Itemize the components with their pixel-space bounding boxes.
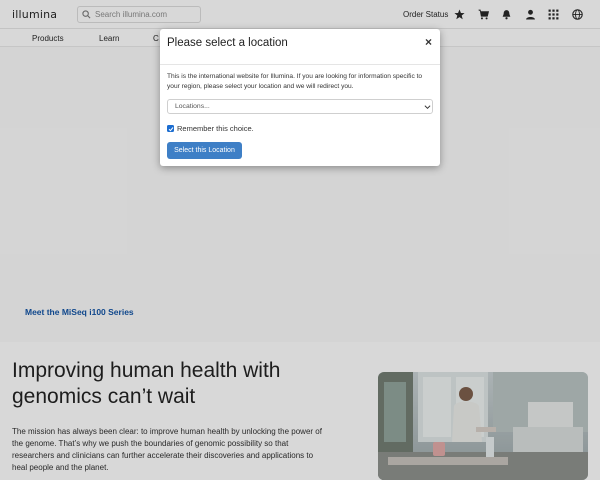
location-select[interactable]: Locations... <box>167 99 433 114</box>
remember-checkbox[interactable] <box>167 125 174 132</box>
chevron-down-icon <box>424 105 431 110</box>
location-modal: Please select a location × This is the i… <box>160 29 440 166</box>
remember-label: Remember this choice. <box>177 124 254 133</box>
modal-description: This is the international website for Il… <box>167 73 423 90</box>
location-select-value: Locations... <box>175 103 210 110</box>
remember-choice[interactable]: Remember this choice. <box>167 124 254 133</box>
modal-title: Please select a location <box>167 37 288 49</box>
modal-header: Please select a location × <box>160 29 440 65</box>
select-location-button[interactable]: Select this Location <box>167 142 242 159</box>
check-icon <box>168 126 173 131</box>
close-icon[interactable]: × <box>425 35 432 49</box>
